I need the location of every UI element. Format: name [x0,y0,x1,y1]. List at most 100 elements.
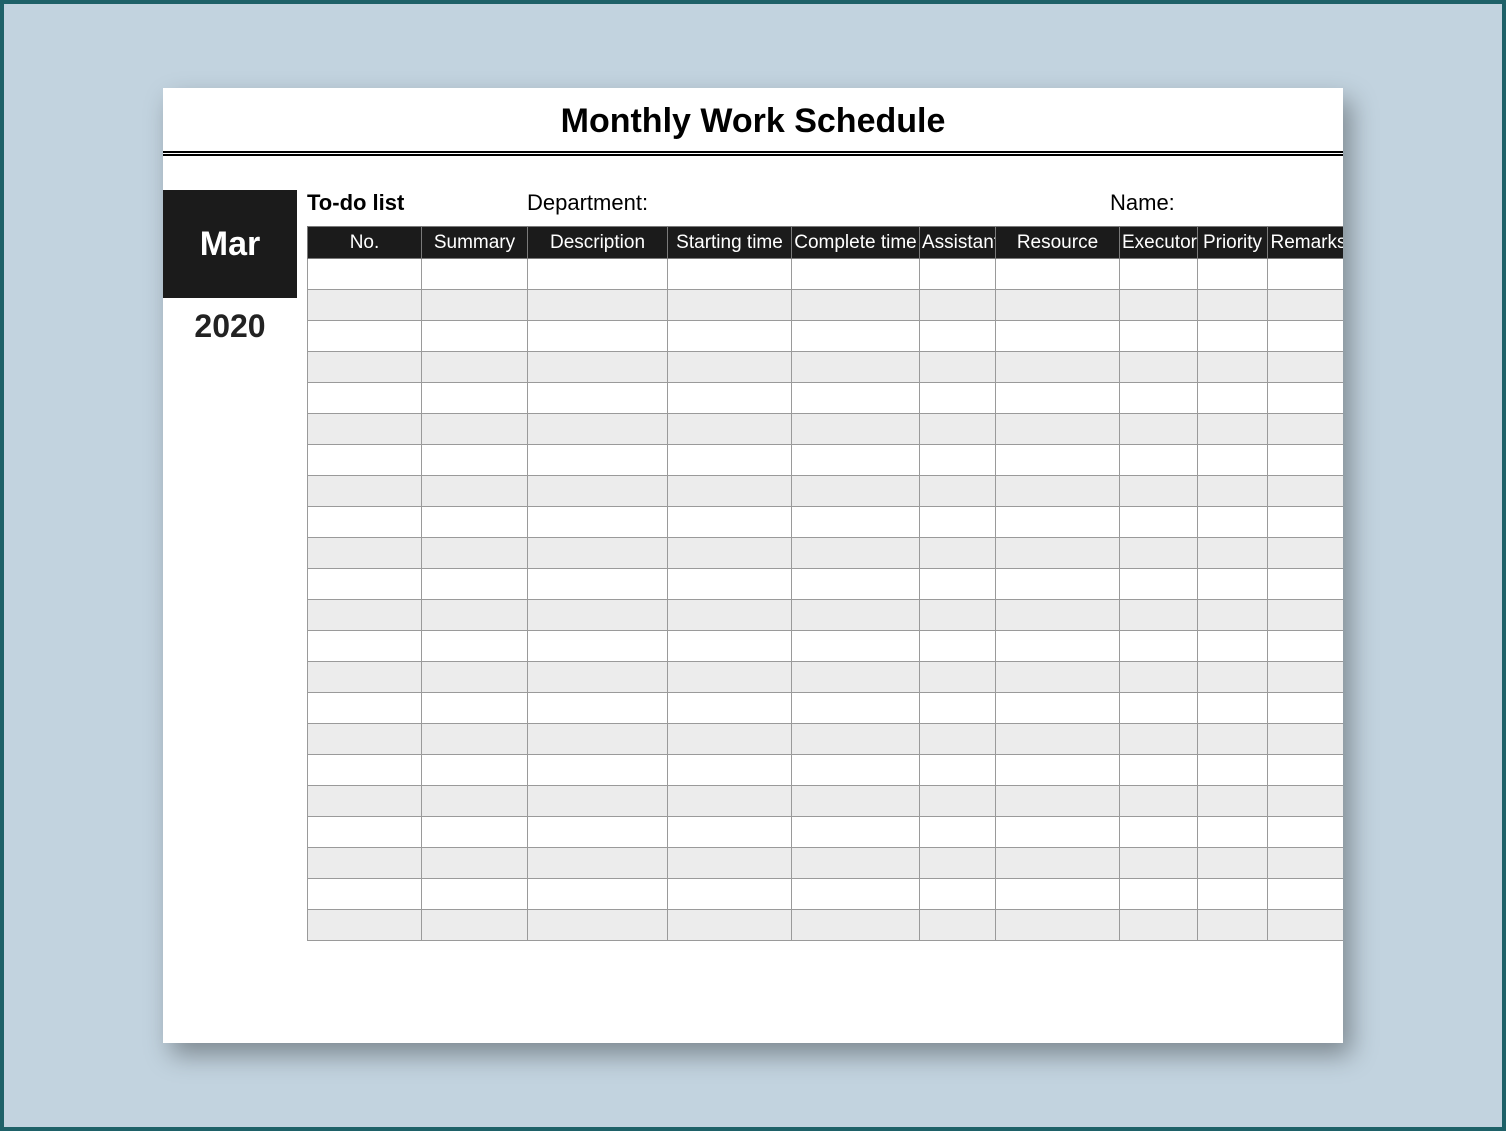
cell[interactable] [308,631,422,662]
cell[interactable] [792,848,920,879]
cell[interactable] [1198,383,1268,414]
cell[interactable] [422,724,528,755]
cell[interactable] [1198,662,1268,693]
cell[interactable] [1120,848,1198,879]
cell[interactable] [668,259,792,290]
cell[interactable] [1268,693,1344,724]
cell[interactable] [792,631,920,662]
cell[interactable] [1198,786,1268,817]
cell[interactable] [1268,259,1344,290]
cell[interactable] [528,724,668,755]
cell[interactable] [996,259,1120,290]
cell[interactable] [1198,600,1268,631]
cell[interactable] [1198,321,1268,352]
cell[interactable] [308,879,422,910]
cell[interactable] [996,507,1120,538]
cell[interactable] [422,879,528,910]
cell[interactable] [308,414,422,445]
cell[interactable] [528,321,668,352]
cell[interactable] [996,290,1120,321]
cell[interactable] [308,290,422,321]
cell[interactable] [996,848,1120,879]
cell[interactable] [1268,879,1344,910]
cell[interactable] [308,755,422,786]
cell[interactable] [920,879,996,910]
cell[interactable] [1198,507,1268,538]
cell[interactable] [1268,817,1344,848]
cell[interactable] [920,507,996,538]
cell[interactable] [308,507,422,538]
cell[interactable] [1268,910,1344,941]
cell[interactable] [1268,786,1344,817]
cell[interactable] [668,414,792,445]
cell[interactable] [422,600,528,631]
cell[interactable] [308,321,422,352]
cell[interactable] [422,662,528,693]
cell[interactable] [996,724,1120,755]
cell[interactable] [308,600,422,631]
cell[interactable] [1198,569,1268,600]
cell[interactable] [422,476,528,507]
cell[interactable] [308,476,422,507]
cell[interactable] [1198,352,1268,383]
cell[interactable] [1268,848,1344,879]
cell[interactable] [920,476,996,507]
cell[interactable] [996,538,1120,569]
cell[interactable] [528,693,668,724]
cell[interactable] [1198,631,1268,662]
cell[interactable] [792,538,920,569]
cell[interactable] [792,724,920,755]
cell[interactable] [920,600,996,631]
cell[interactable] [1198,445,1268,476]
cell[interactable] [996,693,1120,724]
cell[interactable] [668,290,792,321]
cell[interactable] [1268,383,1344,414]
cell[interactable] [1268,538,1344,569]
cell[interactable] [668,538,792,569]
cell[interactable] [528,445,668,476]
cell[interactable] [1268,600,1344,631]
cell[interactable] [1198,414,1268,445]
cell[interactable] [1268,507,1344,538]
cell[interactable] [422,631,528,662]
cell[interactable] [1120,259,1198,290]
cell[interactable] [528,259,668,290]
cell[interactable] [996,631,1120,662]
cell[interactable] [528,600,668,631]
cell[interactable] [996,445,1120,476]
cell[interactable] [308,693,422,724]
cell[interactable] [1120,290,1198,321]
cell[interactable] [668,817,792,848]
cell[interactable] [668,786,792,817]
cell[interactable] [1268,662,1344,693]
cell[interactable] [308,724,422,755]
cell[interactable] [308,259,422,290]
cell[interactable] [920,631,996,662]
cell[interactable] [792,476,920,507]
cell[interactable] [1120,631,1198,662]
cell[interactable] [1198,693,1268,724]
cell[interactable] [1120,600,1198,631]
cell[interactable] [1120,352,1198,383]
cell[interactable] [668,848,792,879]
cell[interactable] [1120,879,1198,910]
cell[interactable] [996,817,1120,848]
cell[interactable] [920,848,996,879]
cell[interactable] [1120,662,1198,693]
cell[interactable] [792,817,920,848]
cell[interactable] [792,879,920,910]
cell[interactable] [422,910,528,941]
cell[interactable] [422,414,528,445]
cell[interactable] [308,848,422,879]
cell[interactable] [308,352,422,383]
cell[interactable] [1120,755,1198,786]
cell[interactable] [528,383,668,414]
cell[interactable] [1198,476,1268,507]
cell[interactable] [792,290,920,321]
cell[interactable] [996,600,1120,631]
cell[interactable] [422,538,528,569]
cell[interactable] [1120,786,1198,817]
cell[interactable] [1268,755,1344,786]
cell[interactable] [528,569,668,600]
cell[interactable] [422,259,528,290]
